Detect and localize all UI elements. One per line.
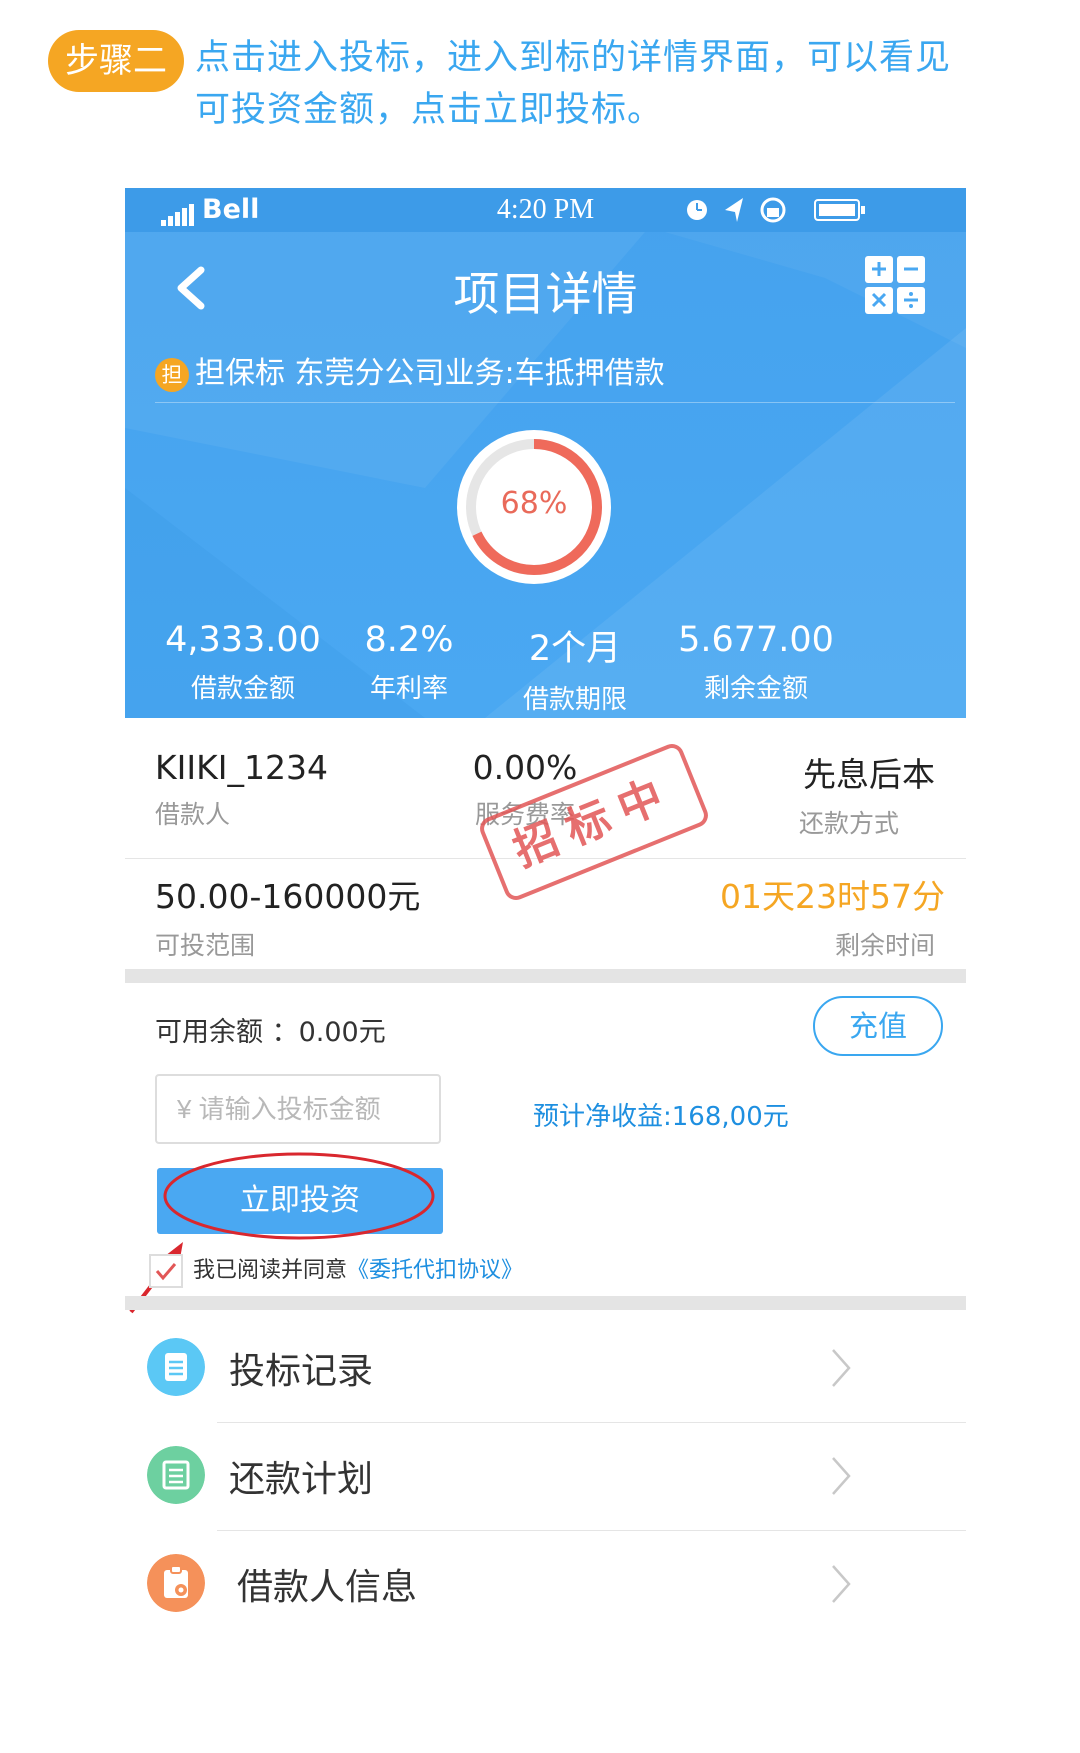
- agree-checkbox[interactable]: [149, 1254, 183, 1288]
- borrower-value: KIIKI_1234: [155, 748, 328, 787]
- stat-label: 剩余金额: [703, 674, 808, 704]
- page-title: 项目详情: [453, 267, 638, 321]
- invest-amount-input[interactable]: [155, 1074, 441, 1144]
- agree-text: 我已阅读并同意: [193, 1258, 348, 1283]
- status-bar: Bell 4:20 PM: [125, 188, 966, 232]
- time-left-label: 剩余时间: [834, 931, 935, 960]
- menu-label: 还款计划: [229, 1459, 374, 1500]
- invest-range-value: 50.00-160000元: [155, 877, 421, 916]
- progress-percent: 68%: [500, 486, 568, 521]
- time-left-info: 01天23时57分 剩余时间: [625, 870, 945, 962]
- menu-divider: [217, 1530, 966, 1531]
- stat-label: 借款期限: [522, 685, 627, 715]
- repay-method-value: 先息后本: [803, 755, 935, 794]
- invest-range-info: 50.00-160000元 可投范围: [155, 870, 420, 962]
- menu-divider: [217, 1422, 966, 1423]
- menu-item-borrower-info[interactable]: 借款人信息: [125, 1534, 966, 1638]
- project-subject: 担担保标 东莞分公司业务:车抵押借款: [155, 348, 665, 392]
- header-divider: [155, 402, 955, 403]
- invest-range-label: 可投范围: [155, 931, 256, 960]
- menu-label: 借款人信息: [237, 1567, 418, 1608]
- project-header: Bell 4:20 PM 项目详情 担 担保标 东莞分公司业务:车抵押借款 68…: [125, 188, 966, 718]
- section-separator: [125, 1296, 966, 1310]
- section-separator: [125, 969, 966, 983]
- time-left-value: 01天23时57分: [720, 877, 945, 916]
- location-arrow-icon: [725, 198, 743, 222]
- rotation-lock-icon: [760, 197, 786, 223]
- menu-item-bid-records[interactable]: 投标记录: [125, 1318, 966, 1422]
- battery-icon: [814, 199, 865, 221]
- document-icon: [147, 1338, 205, 1396]
- stat-term: 2个月 借款期限: [475, 620, 675, 716]
- chevron-right-icon: [832, 1565, 851, 1603]
- check-icon: [155, 1263, 177, 1281]
- guarantee-badge: 担: [155, 357, 189, 392]
- repay-method-label: 还款方式: [798, 809, 899, 838]
- menu-item-repayment-plan[interactable]: 还款计划: [125, 1426, 966, 1530]
- step-badge: 步骤二: [48, 30, 184, 92]
- step-instruction: 点击进入投标，进入到标的详情界面，可以看见 可投资金额，点击立即投标。: [195, 32, 1015, 136]
- clock-icon: [687, 200, 707, 220]
- available-balance: 可用余额 ：0.00元: [155, 1017, 386, 1048]
- estimated-net-income: 预计净收益:168,00元: [533, 1102, 789, 1132]
- phone-screen: Bell 4:20 PM 项目详情 担 担保标 东莞分公司业务:车抵押借款 68…: [125, 188, 966, 1728]
- recharge-button[interactable]: 充值: [813, 996, 943, 1056]
- list-icon: [147, 1446, 205, 1504]
- calculator-icon[interactable]: [863, 254, 927, 316]
- step-instruction-line1: 点击进入投标，进入到标的详情界面，可以看见: [195, 38, 952, 78]
- status-icons: [687, 197, 865, 223]
- borrower-info: KIIKI_1234 借款人: [155, 748, 328, 831]
- project-subject-text: 担保标 东莞分公司业务:车抵押借款: [195, 356, 665, 391]
- borrower-label: 借款人: [155, 800, 231, 829]
- menu-label: 投标记录: [229, 1351, 374, 1392]
- agreement-row: 我已阅读并同意《委托代扣协议》: [149, 1252, 523, 1288]
- chevron-right-icon: [832, 1457, 851, 1495]
- clipboard-icon: [147, 1554, 205, 1612]
- step-instruction-line2: 可投资金额，点击立即投标。: [195, 90, 664, 130]
- repay-method-info: 先息后本 还款方式: [685, 748, 935, 840]
- agreement-link[interactable]: 《委托代扣协议》: [347, 1258, 523, 1283]
- chevron-right-icon: [832, 1349, 851, 1387]
- stat-value: 5.677.00: [678, 620, 834, 660]
- stat-remaining-amount: 5.677.00 剩余金额: [656, 620, 856, 705]
- stat-value: 2个月: [528, 629, 622, 669]
